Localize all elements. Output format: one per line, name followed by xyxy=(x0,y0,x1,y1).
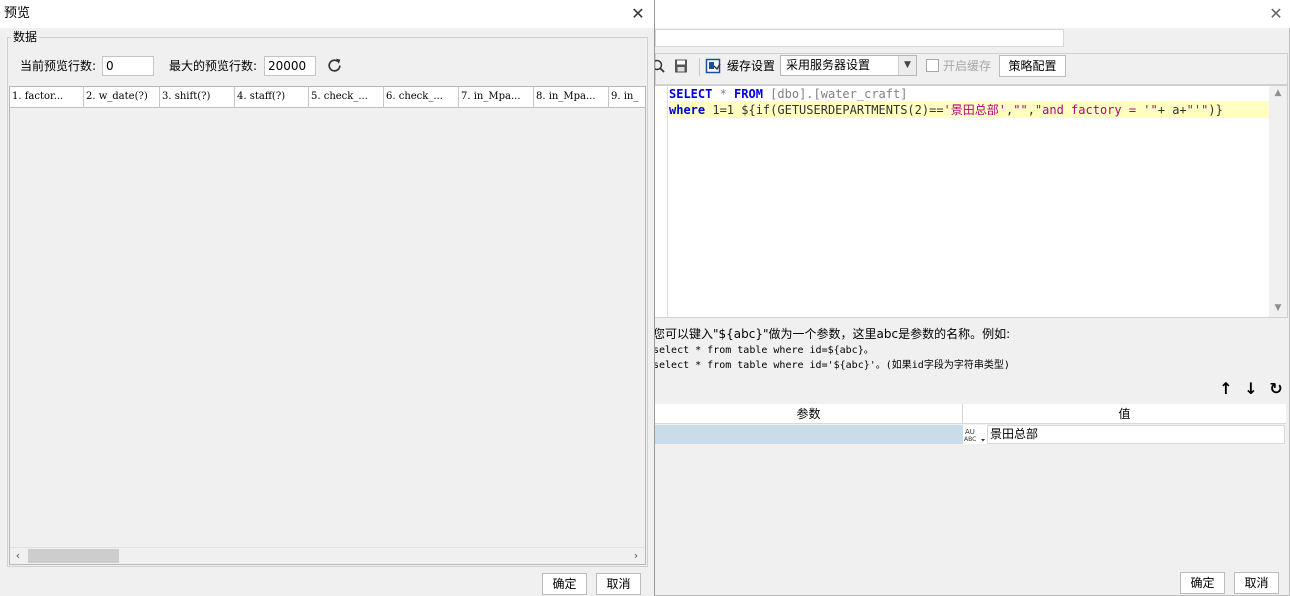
param-value-input[interactable]: 景田总部 xyxy=(987,425,1285,444)
cache-settings-label: 缓存设置 xyxy=(727,59,776,73)
param-value-header: 值 xyxy=(1118,407,1131,421)
grid-column-header[interactable]: 9. in_ xyxy=(609,87,645,107)
scrollbar-thumb[interactable] xyxy=(28,549,119,563)
toolbar-divider xyxy=(699,58,700,76)
param-name-header: 参数 xyxy=(655,404,963,424)
current-rows-field[interactable]: 0 xyxy=(102,56,154,76)
data-groupbox-label: 数据 xyxy=(11,29,40,45)
max-rows-field[interactable]: 20000 xyxy=(264,56,316,76)
preview-dialog-title: 预览 xyxy=(4,6,31,21)
dataset-dialog-close-icon[interactable]: ✕ xyxy=(1266,4,1286,24)
save-icon[interactable] xyxy=(673,58,689,74)
grid-column-header[interactable]: 4. staff(?) xyxy=(235,87,309,107)
dataset-cancel-button[interactable]: 取消 xyxy=(1234,572,1279,594)
grid-column-header[interactable]: 6. check_... xyxy=(384,87,459,107)
max-rows-label: 最大的预览行数: xyxy=(169,59,258,73)
parameters-table-header: 参数 值 xyxy=(655,404,1286,424)
scroll-down-icon[interactable]: ▼ xyxy=(1269,301,1287,316)
move-up-arrow-icon[interactable]: ↑ xyxy=(1217,380,1235,398)
enable-cache-label: 开启缓存 xyxy=(943,59,992,73)
strategy-config-button[interactable]: 策略配置 xyxy=(999,55,1066,77)
enable-cache-checkbox[interactable] xyxy=(926,59,939,72)
grid-column-header[interactable]: 7. in_Mpa... xyxy=(459,87,534,107)
preview-ok-button[interactable]: 确定 xyxy=(542,573,587,595)
preview-cancel-button[interactable]: 取消 xyxy=(596,573,641,595)
cache-mode-select[interactable]: 采用服务器设置 ▼ xyxy=(780,55,917,76)
refresh-params-icon[interactable]: ↻ xyxy=(1267,380,1285,398)
dataset-ok-button[interactable]: 确定 xyxy=(1180,572,1225,594)
param-hint-line-1: 您可以键入"${abc}"做为一个参数，这里abc是参数的名称。例如: xyxy=(653,327,1011,341)
grid-column-header[interactable]: 2. w_date(?) xyxy=(84,87,160,107)
scroll-up-icon[interactable]: ▲ xyxy=(1269,86,1287,101)
grid-column-header[interactable]: 3. shift(?) xyxy=(160,87,235,107)
cache-mode-value: 采用服务器设置 xyxy=(786,58,871,72)
preview-data-grid[interactable] xyxy=(9,86,646,565)
svg-text:ABC: ABC xyxy=(964,436,976,443)
grid-column-header[interactable]: 8. in_Mpa... xyxy=(534,87,609,107)
scroll-left-icon[interactable]: ‹ xyxy=(10,548,26,564)
sql-line-1: SELECT * FROM [dbo].[water_craft] xyxy=(669,87,908,101)
preview-dialog-titlebar xyxy=(0,0,654,28)
sql-line-2: where 1=1 ${if(GETUSERDEPARTMENTS(2)=='景… xyxy=(669,103,1223,117)
svg-text:AU: AU xyxy=(965,428,975,436)
refresh-icon[interactable] xyxy=(326,57,343,74)
param-hint-line-2: select * from table where id=${abc}。 xyxy=(653,345,874,356)
grid-header-row: 1. factor... 2. w_date(?) 3. shift(?) 4.… xyxy=(10,87,645,108)
sql-editor[interactable] xyxy=(655,85,1288,318)
grid-column-header[interactable]: 5. check_... xyxy=(309,87,384,107)
move-down-arrow-icon[interactable]: ↓ xyxy=(1242,380,1260,398)
grid-horizontal-scrollbar[interactable]: ‹ › xyxy=(10,547,645,564)
dataset-name-input[interactable] xyxy=(655,29,1064,47)
sql-editor-gutter xyxy=(655,86,668,317)
param-row-name-cell[interactable] xyxy=(655,425,963,444)
param-hint-line-3: select * from table where id='${abc}'。(如… xyxy=(653,360,1010,371)
grid-column-header[interactable]: 1. factor... xyxy=(10,87,84,107)
current-rows-label: 当前预览行数: xyxy=(20,59,97,73)
string-type-icon[interactable]: AU ABC xyxy=(963,425,987,444)
chevron-down-icon[interactable]: ▼ xyxy=(898,56,916,75)
scroll-right-icon[interactable]: › xyxy=(628,548,644,564)
cache-settings-icon[interactable] xyxy=(705,58,721,74)
sql-vertical-scrollbar[interactable]: ▲ ▼ xyxy=(1269,86,1287,317)
preview-close-icon[interactable]: ✕ xyxy=(628,4,648,24)
